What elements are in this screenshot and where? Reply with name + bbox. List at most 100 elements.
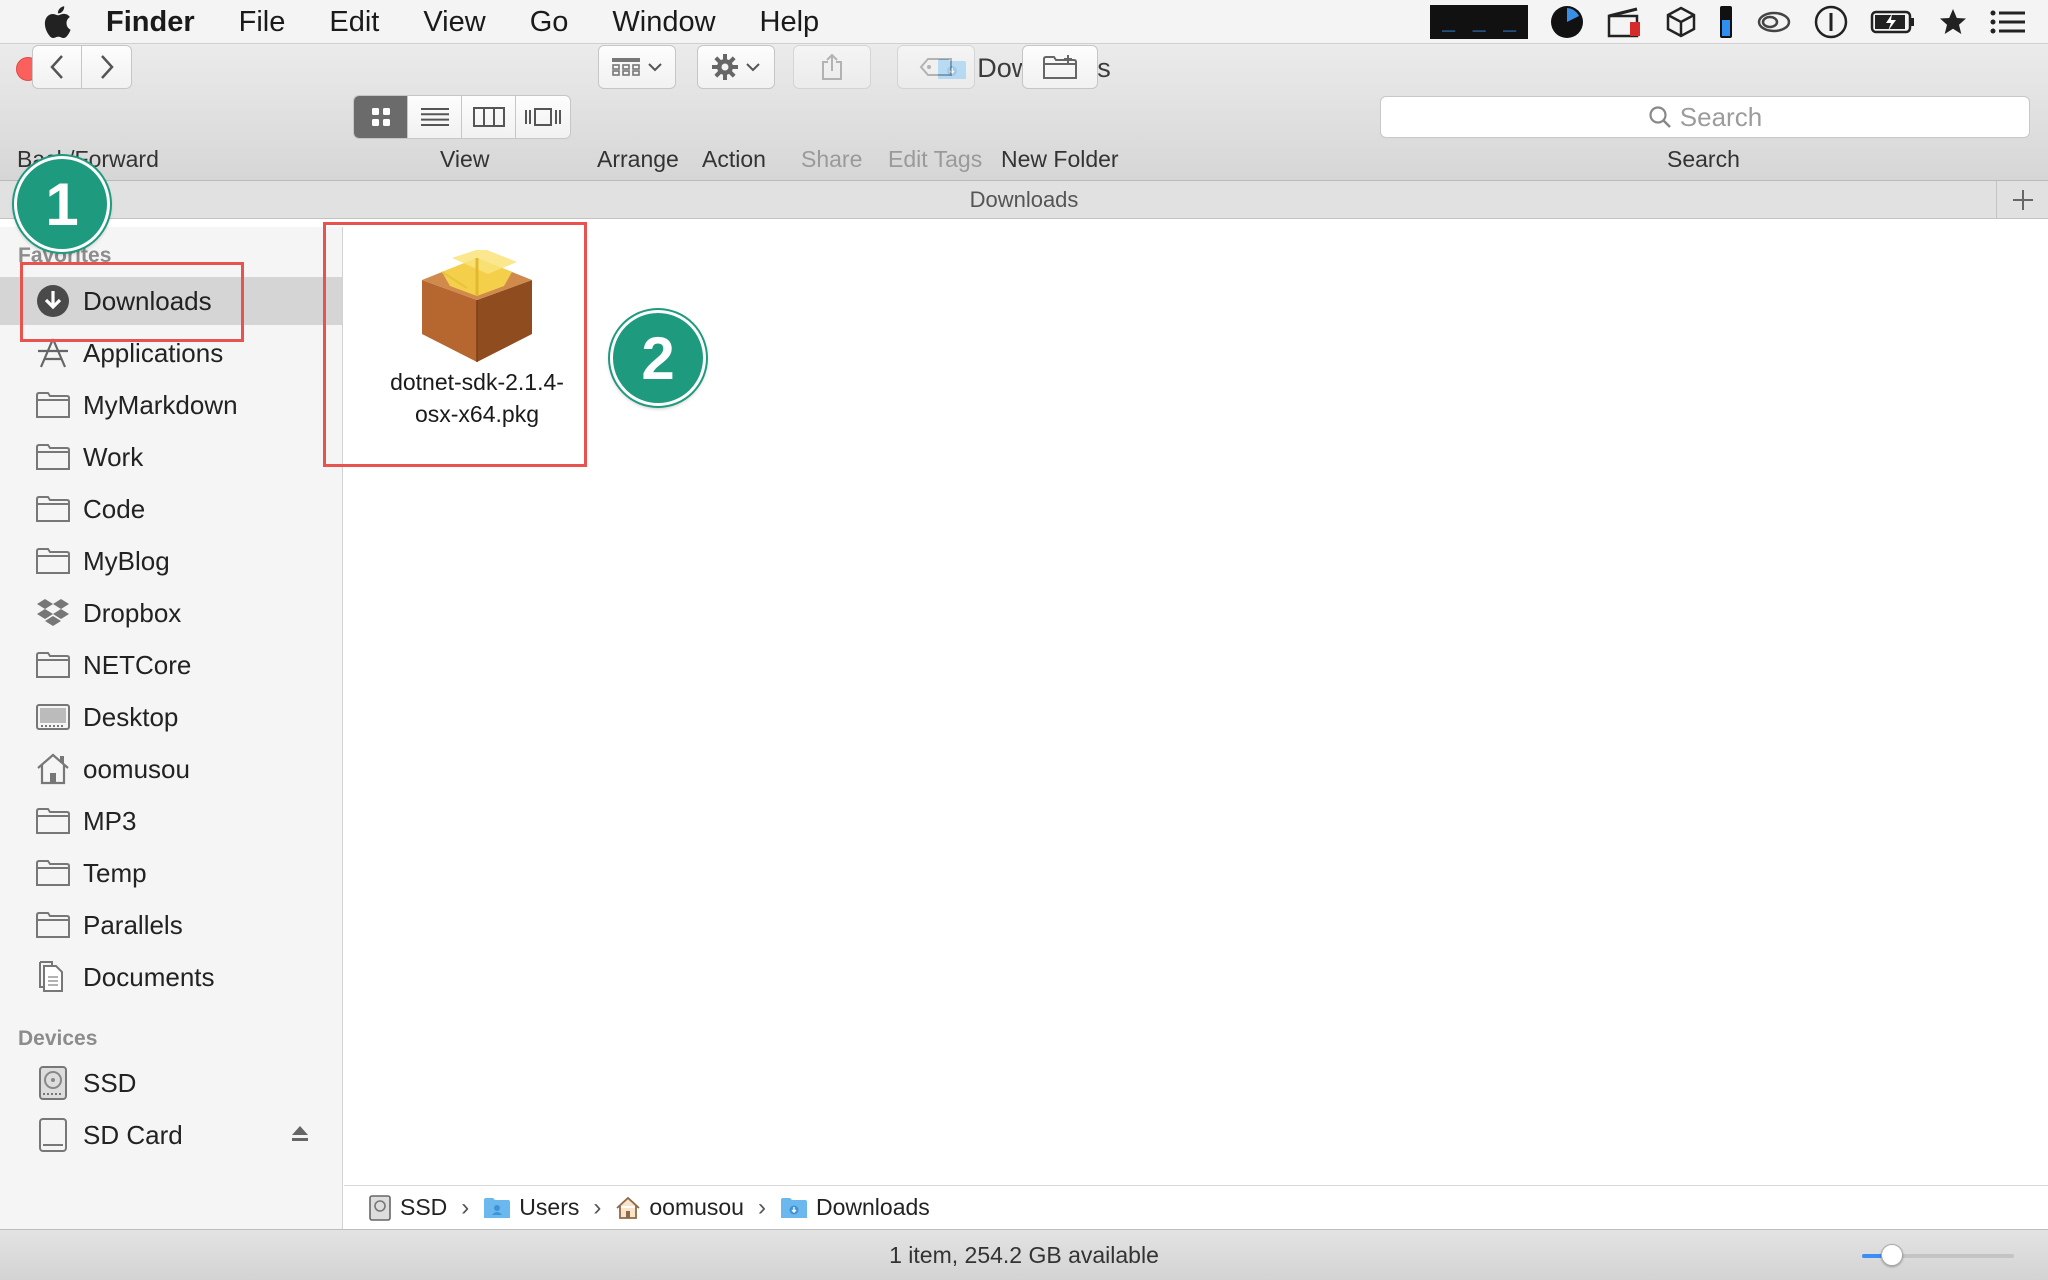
arrange-label: Arrange xyxy=(597,146,679,172)
chevron-down-icon xyxy=(648,63,662,72)
sd-card-icon xyxy=(35,1117,71,1153)
network-monitor-icon[interactable] xyxy=(1430,5,1528,57)
columns-icon xyxy=(472,107,505,127)
folder-icon xyxy=(35,855,71,891)
sidebar-item-dropbox[interactable]: Dropbox xyxy=(0,589,342,637)
battery-icon[interactable] xyxy=(1870,9,1916,35)
sidebar-item-documents[interactable]: Documents xyxy=(0,953,342,1001)
search-input[interactable]: Search xyxy=(1380,96,2030,138)
path-item-ssd[interactable]: SSD › xyxy=(368,1194,483,1222)
status-bar: 1 item, 254.2 GB available xyxy=(0,1229,2048,1280)
path-item-oomusou[interactable]: oomusou › xyxy=(615,1194,780,1222)
battery-vertical-icon[interactable] xyxy=(1718,4,1734,40)
arrange-button[interactable] xyxy=(598,45,676,89)
path-bar: SSD › Users › oomusou › Downloads xyxy=(344,1185,2048,1229)
downloads-folder-icon xyxy=(780,1197,807,1218)
creative-cloud-icon[interactable] xyxy=(1756,7,1792,37)
new-folder-button[interactable] xyxy=(1022,45,1098,89)
path-item-users[interactable]: Users › xyxy=(483,1194,615,1222)
sidebar-item-code[interactable]: Code xyxy=(0,485,342,533)
highlight-box-file xyxy=(323,222,587,467)
sidebar-item-mymarkdown[interactable]: MyMarkdown xyxy=(0,381,342,429)
sidebar-item-label: SD Card xyxy=(83,1119,183,1150)
grid-icon xyxy=(371,108,390,126)
forward-button[interactable] xyxy=(82,45,132,89)
tab-title-bar: Downloads xyxy=(0,181,2048,219)
file-menu[interactable]: File xyxy=(217,0,308,44)
highlight-box-downloads xyxy=(20,262,244,342)
path-item-label: Users xyxy=(519,1194,580,1220)
folder-icon xyxy=(35,543,71,579)
menu-bar: Finder File Edit View Go Window Help xyxy=(0,0,2048,57)
sidebar-item-label: oomusou xyxy=(83,753,190,784)
sidebar-item-label: Dropbox xyxy=(83,597,182,628)
folder-icon xyxy=(35,387,71,423)
desktop-icon xyxy=(35,699,71,735)
home-icon xyxy=(616,1196,640,1219)
sidebar-item-mp3[interactable]: MP3 xyxy=(0,797,342,845)
edit-tags-button[interactable] xyxy=(897,45,975,89)
clapperboard-icon[interactable] xyxy=(1606,6,1644,38)
apple-menu-icon[interactable] xyxy=(38,0,76,44)
sidebar-item-parallels[interactable]: Parallels xyxy=(0,901,342,949)
file-browser-content: dotnet-sdk-2.1.4- osx-x64.pkg xyxy=(344,227,2048,1185)
sidebar-item-label: Code xyxy=(83,493,146,524)
icon-view-button[interactable] xyxy=(354,96,408,138)
sidebar-item-sd-card[interactable]: SD Card xyxy=(0,1111,342,1159)
path-separator: › xyxy=(461,1193,470,1221)
folder-icon xyxy=(35,439,71,475)
hard-drive-icon xyxy=(369,1194,391,1221)
edit-menu[interactable]: Edit xyxy=(307,0,401,44)
window-menu[interactable]: Window xyxy=(590,0,737,44)
sidebar-item-label: Applications xyxy=(83,337,224,368)
sidebar-item-myblog[interactable]: MyBlog xyxy=(0,537,342,585)
plus-icon xyxy=(2012,190,2033,210)
action-label: Action xyxy=(702,146,766,172)
sidebar-item-label: Parallels xyxy=(83,909,183,940)
view-menu[interactable]: View xyxy=(401,0,507,44)
list-view-button[interactable] xyxy=(408,96,462,138)
documents-icon xyxy=(35,959,71,995)
column-view-button[interactable] xyxy=(462,96,516,138)
sidebar-item-label: MyMarkdown xyxy=(83,389,238,420)
sidebar-item-netcore[interactable]: NETCore xyxy=(0,641,342,689)
sidebar-item-work[interactable]: Work xyxy=(0,433,342,481)
help-menu[interactable]: Help xyxy=(738,0,842,44)
back-button[interactable] xyxy=(32,45,82,89)
notification-center-icon[interactable] xyxy=(1990,9,2026,35)
sidebar-item-desktop[interactable]: Desktop xyxy=(0,693,342,741)
star-icon[interactable] xyxy=(1938,7,1968,37)
folder-icon xyxy=(35,803,71,839)
status-menu-area xyxy=(1430,0,2048,57)
eject-icon[interactable] xyxy=(290,1123,310,1148)
sidebar-item-label: Desktop xyxy=(83,701,179,732)
path-item-label: oomusou xyxy=(649,1194,744,1220)
sidebar-item-ssd[interactable]: SSD xyxy=(0,1059,342,1107)
new-tab-button[interactable] xyxy=(1996,181,2048,219)
arrange-grid-icon xyxy=(612,58,640,76)
sidebar: Favorites Downloads Applications MyMarkd… xyxy=(0,227,343,1229)
share-button[interactable] xyxy=(793,45,871,89)
sidebar-item-label: Work xyxy=(83,441,144,472)
step-badge-1: 1 xyxy=(14,156,110,252)
gear-icon xyxy=(712,54,738,80)
path-item-downloads[interactable]: Downloads xyxy=(780,1194,930,1221)
sidebar-item-label: MyBlog xyxy=(83,545,170,576)
tab-title: Downloads xyxy=(969,186,1079,212)
sidebar-item-oomusou[interactable]: oomusou xyxy=(0,745,342,793)
sidebar-item-label: MP3 xyxy=(83,805,137,836)
new-folder-icon xyxy=(1043,55,1077,79)
onepassword-icon[interactable] xyxy=(1814,5,1848,39)
pie-timer-icon[interactable] xyxy=(1550,5,1584,39)
list-icon xyxy=(420,108,449,126)
finder-app-menu[interactable]: Finder xyxy=(106,0,217,44)
sidebar-item-temp[interactable]: Temp xyxy=(0,849,342,897)
sidebar-item-label: SSD xyxy=(83,1067,137,1098)
cover-flow-view-button[interactable] xyxy=(516,96,570,138)
go-menu[interactable]: Go xyxy=(508,0,591,44)
chevron-right-icon xyxy=(100,55,114,79)
action-button[interactable] xyxy=(697,45,775,89)
path-item-label: Downloads xyxy=(815,1194,930,1220)
new-folder-label: New Folder xyxy=(1001,146,1119,172)
cube-icon[interactable] xyxy=(1666,6,1696,38)
